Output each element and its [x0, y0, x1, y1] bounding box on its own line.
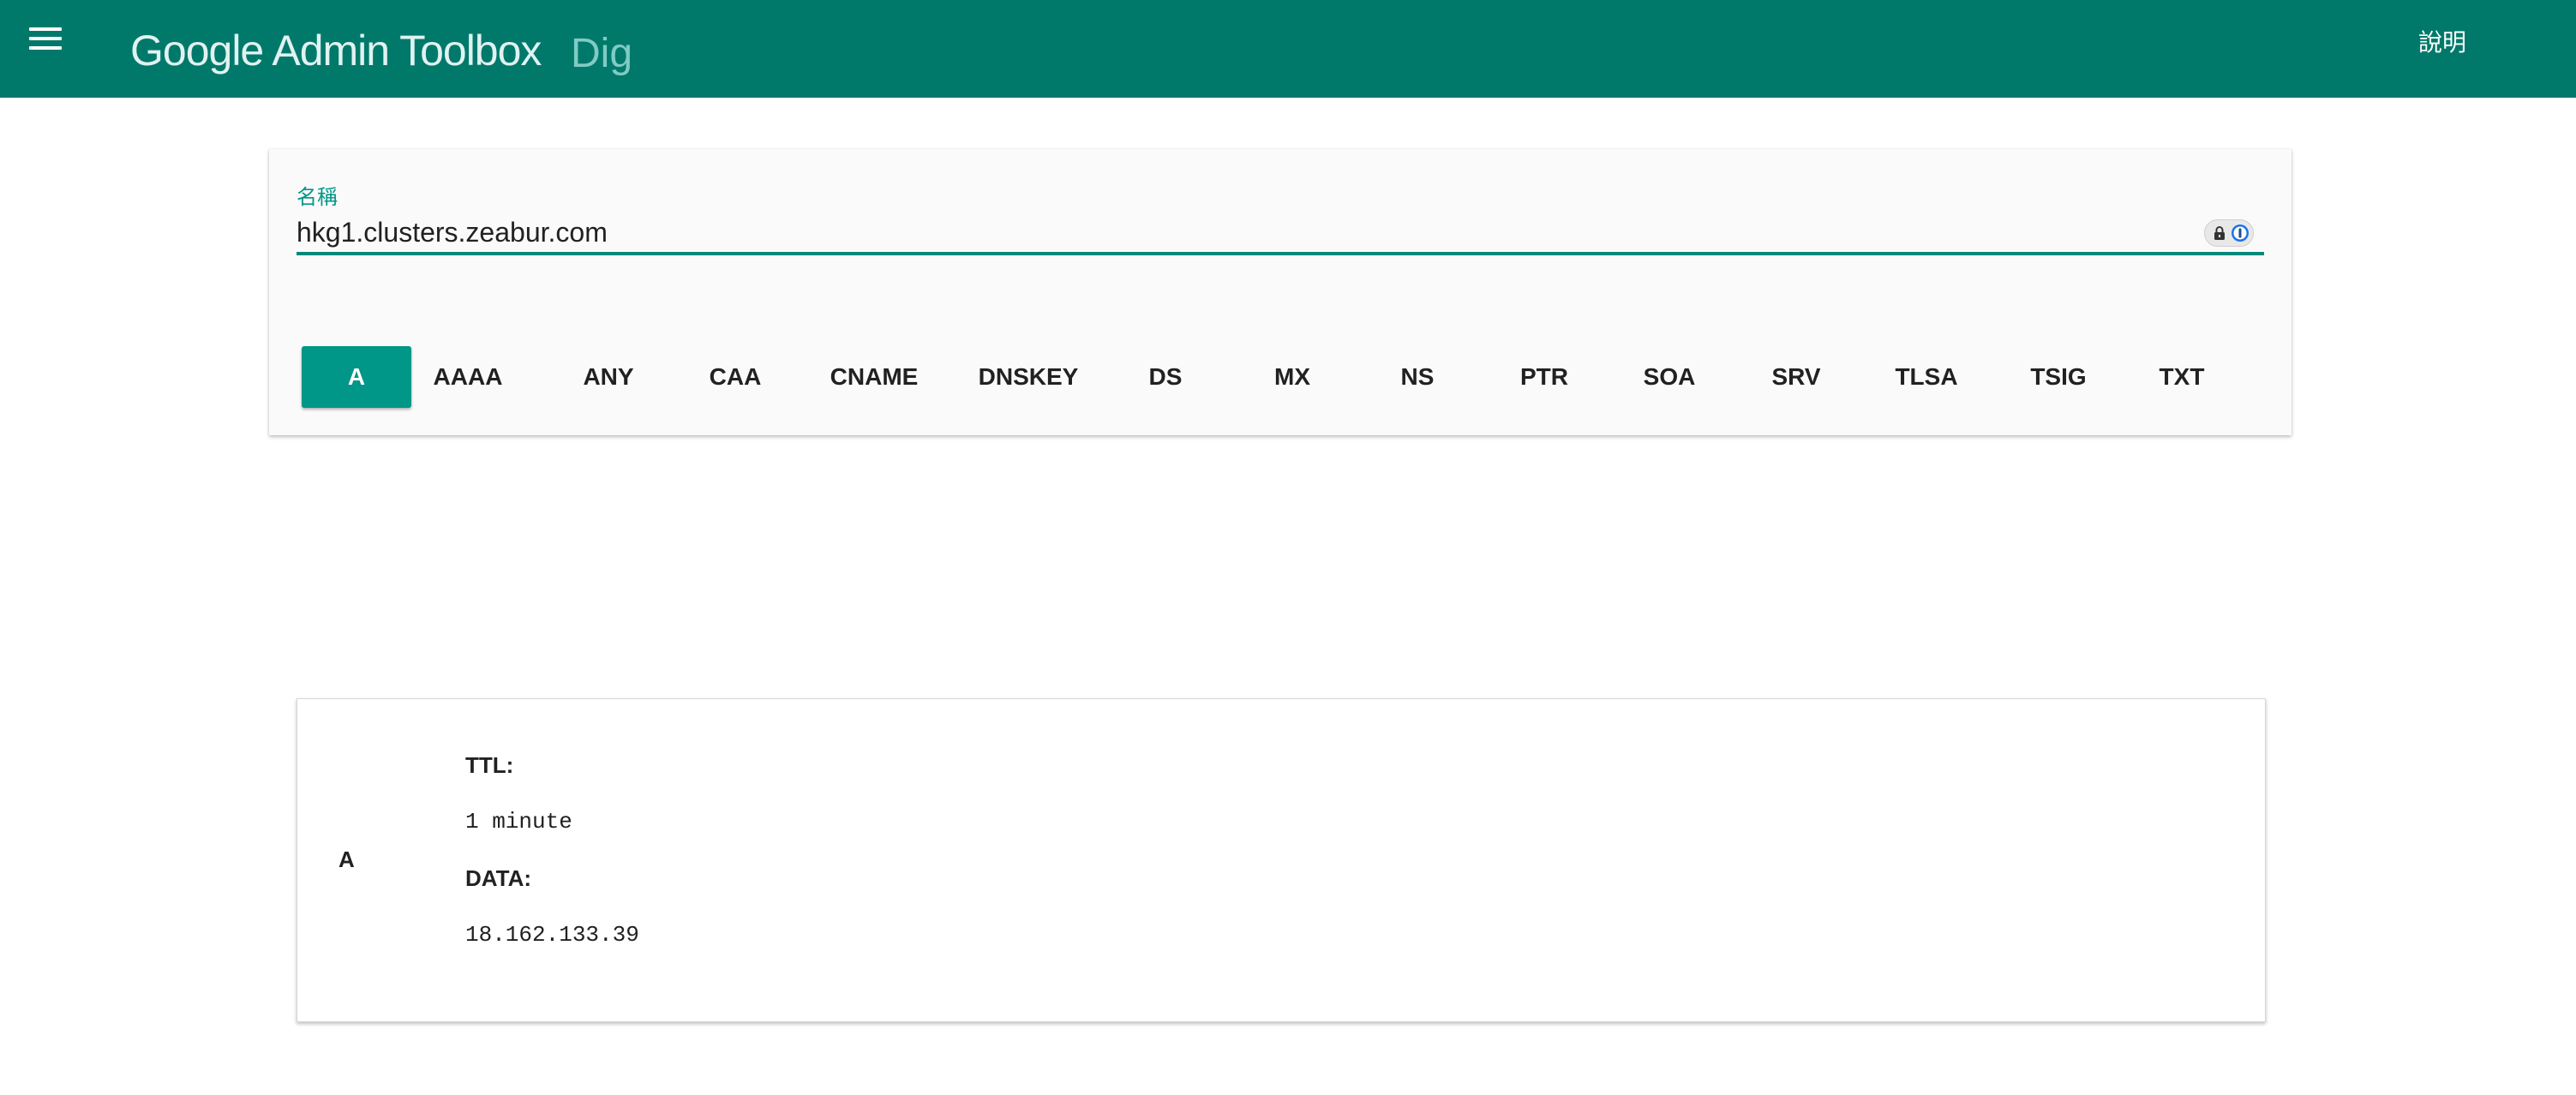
record-type-srv-button[interactable]: SRV — [1752, 346, 1841, 408]
record-type-tlsa-button[interactable]: TLSA — [1877, 346, 1976, 408]
record-type-any-button[interactable]: ANY — [554, 346, 663, 408]
record-type-a-button[interactable]: A — [302, 346, 411, 408]
password-manager-icon[interactable] — [2204, 219, 2254, 247]
app-subtitle: Dig — [571, 31, 633, 76]
record-type-ns-button[interactable]: NS — [1373, 346, 1462, 408]
record-type-mx-button[interactable]: MX — [1248, 346, 1337, 408]
data-value: 18.162.133.39 — [465, 922, 639, 948]
query-card: 名稱 AAAAA ANY CAA CNAME DNSKEY DS MX NS PTR SOA SRV… — [269, 149, 2291, 435]
name-field-label: 名稱 — [297, 186, 338, 209]
result-record-type: A — [338, 847, 355, 872]
app-title: Google Admin Toolbox — [130, 27, 542, 75]
record-type-cname-button[interactable]: CNAME — [809, 346, 939, 408]
hamburger-menu-icon[interactable] — [29, 24, 63, 51]
record-type-ds-button[interactable]: DS — [1121, 346, 1210, 408]
ttl-value: 1 minute — [465, 809, 572, 835]
record-type-txt-button[interactable]: TXT — [2132, 346, 2232, 408]
result-card: A TTL: 1 minute DATA: 18.162.133.39 — [297, 698, 2266, 1022]
record-type-caa-button[interactable]: CAA — [680, 346, 790, 408]
name-input-underline — [297, 252, 2264, 255]
record-type-dnskey-button[interactable]: DNSKEY — [960, 346, 1097, 408]
record-type-soa-button[interactable]: SOA — [1625, 346, 1714, 408]
app-header: Google Admin Toolbox Dig 說明 — [0, 0, 2576, 98]
ttl-label: TTL: — [465, 752, 514, 778]
record-type-aaaa-button[interactable]: AAAA — [413, 346, 523, 408]
help-link[interactable]: 說明 — [2418, 26, 2466, 60]
data-label: DATA: — [465, 865, 532, 891]
info-icon — [2232, 224, 2249, 242]
record-type-tsig-button[interactable]: TSIG — [2005, 346, 2112, 408]
name-input[interactable] — [297, 214, 2216, 250]
record-type-ptr-button[interactable]: PTR — [1500, 346, 1589, 408]
lock-icon — [2214, 226, 2225, 240]
